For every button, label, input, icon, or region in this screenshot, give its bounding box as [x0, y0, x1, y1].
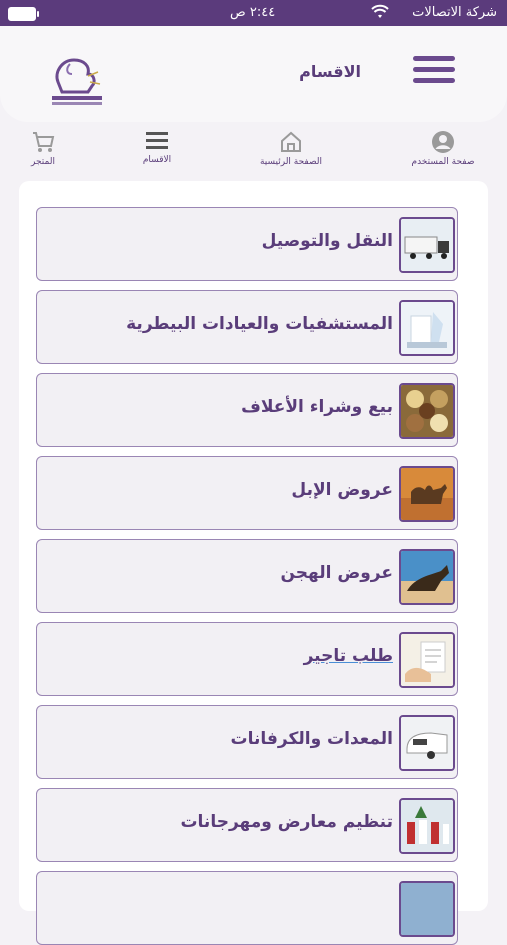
- camel-icon: [399, 466, 455, 522]
- category-label: المعدات والكرفانات: [230, 729, 393, 749]
- category-item-festivals[interactable]: تنظيم معارض ومهرجانات: [36, 788, 458, 862]
- nav-user-label: صفحة المستخدم: [411, 157, 475, 167]
- category-label: النقل والتوصيل: [261, 231, 393, 251]
- nav-home-label: الصفحة الرئيسية: [259, 157, 323, 167]
- nav-home[interactable]: الصفحة الرئيسية: [246, 130, 336, 167]
- category-item-transport[interactable]: النقل والتوصيل: [36, 207, 458, 281]
- battery-icon: [8, 7, 39, 21]
- nav-store-label: المتجر: [31, 157, 55, 167]
- status-time: ٢:٤٤ ص: [230, 5, 276, 20]
- truck-icon: [399, 217, 455, 273]
- feed-icon: [399, 383, 455, 439]
- cart-icon: [33, 132, 55, 152]
- home-icon: [281, 131, 301, 152]
- status-bar: ٢:٤٤ ص شركة الاتصالات: [0, 0, 507, 26]
- camel-logo-icon: [44, 52, 106, 110]
- menu-line: [413, 67, 455, 72]
- category-label: تنظيم معارض ومهرجانات: [180, 812, 393, 832]
- category-label: المستشفيات والعيادات البيطرية: [126, 314, 393, 334]
- category-item-racing-camels[interactable]: عروض الهجن: [36, 539, 458, 613]
- category-label: بيع وشراء الأعلاف: [241, 397, 393, 417]
- festival-icon: [399, 798, 455, 854]
- racing-camel-icon: [399, 549, 455, 605]
- nav-store[interactable]: المتجر: [0, 130, 88, 167]
- list-icon: [146, 132, 168, 149]
- page-title: الاقسام: [299, 62, 361, 81]
- nav-user-page[interactable]: صفحة المستخدم: [398, 130, 488, 167]
- top-nav: صفحة المستخدم الصفحة الرئيسية الاقسام ال…: [0, 126, 507, 170]
- category-item-feed[interactable]: بيع وشراء الأعلاف: [36, 373, 458, 447]
- rental-icon: [399, 632, 455, 688]
- category-item-camels[interactable]: عروض الإبل: [36, 456, 458, 530]
- menu-line: [413, 56, 455, 61]
- category-item-rental[interactable]: طلب تاجير: [36, 622, 458, 696]
- nav-categories[interactable]: الاقسام: [112, 130, 202, 165]
- carrier-name: شركة الاتصالات: [412, 5, 497, 20]
- category-item-partial[interactable]: [36, 871, 458, 945]
- category-item-veterinary[interactable]: المستشفيات والعيادات البيطرية: [36, 290, 458, 364]
- veterinary-icon: [399, 300, 455, 356]
- category-label: طلب تاجير: [303, 646, 393, 666]
- wifi-icon: [371, 4, 389, 18]
- category-thumb: [399, 881, 455, 937]
- category-item-caravans[interactable]: المعدات والكرفانات: [36, 705, 458, 779]
- caravan-icon: [399, 715, 455, 771]
- category-label: عروض الهجن: [280, 563, 393, 583]
- menu-button[interactable]: [413, 56, 455, 90]
- nav-categories-label: الاقسام: [142, 155, 172, 165]
- app-header: الاقسام: [0, 26, 507, 122]
- category-label: عروض الإبل: [291, 480, 393, 500]
- categories-card: النقل والتوصيل المستشفيات والعيادات البي…: [19, 181, 488, 945]
- menu-line: [413, 78, 455, 83]
- user-icon: [432, 131, 454, 153]
